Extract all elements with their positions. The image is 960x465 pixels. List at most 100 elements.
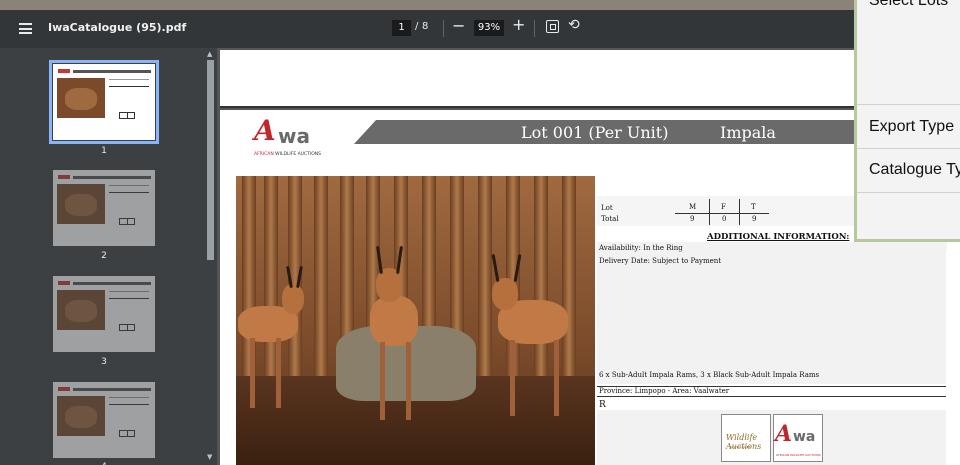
sponsor-logo-subtext: ALL WILDLIFE [730,445,751,449]
table-header-t: T [751,203,756,211]
scroll-down-icon[interactable]: ▼ [207,453,212,461]
export-type-label: Export Type [869,118,955,135]
pdf-page: A wa AFRICAN WILDLIFE AUCTIONS Lot 001 (… [220,110,960,465]
scrollbar-thumb[interactable] [207,60,214,260]
thumbnail-header-bar [73,282,151,285]
catalogue-type-label: Catalogue Type [869,161,960,178]
sponsor-logo-letter-a: A [775,421,793,447]
thumbnail-header-bar [73,388,151,391]
awa-logo: A wa AFRICAN WILDLIFE AUCTIONS [254,114,334,160]
thumbnail-photo [57,396,105,436]
lot-description: 6 x Sub-Adult Impala Rams, 3 x Black Sub… [599,371,820,379]
thumbnail-table [109,291,149,299]
impala-leg [510,340,515,416]
thumbnail-logo [58,175,70,179]
delivery-text: Delivery Date: Subject to Payment [599,257,722,265]
toolbar-divider [534,20,535,37]
sponsor-logo-letters-wa: wa [793,429,816,445]
background-panel [946,251,960,465]
impala-leg [250,338,255,408]
page-thumbnail-4[interactable] [53,382,155,458]
thumbnail-table [109,397,149,405]
fit-page-icon[interactable] [546,20,559,33]
page-total: 8 [422,21,429,32]
toolbar-divider [443,20,444,37]
thumbnail-table [109,79,149,87]
province-text: Province: Limpopo - Area: Vaalwater [599,387,730,395]
logo-letter-a: A [254,114,276,147]
photo-pole [534,176,548,376]
thumbnail-header-bar [73,70,151,73]
thumbnail-box [119,218,135,225]
impala-horn [491,253,500,283]
page-thumbnail-2[interactable] [53,170,155,246]
page-thumbnail-3[interactable] [53,276,155,352]
document-title: IwaCatalogue (95).pdf [48,21,187,34]
impala-leg [554,340,559,416]
pdf-viewer[interactable]: A wa AFRICAN WILDLIFE AUCTIONS Lot 001 (… [217,48,960,465]
photo-pole [478,176,492,376]
table-row-label-total: Total [601,215,619,223]
impala-head [492,278,518,310]
thumbnail-logo [58,69,70,73]
zoom-out-button[interactable]: − [452,16,465,35]
page-number-input[interactable]: 1 [392,20,411,36]
scroll-up-icon[interactable]: ▲ [207,50,212,58]
previous-page-fragment [220,50,960,108]
additional-info-heading: ADDITIONAL INFORMATION: [707,232,850,242]
thumbnail-box [119,112,135,119]
menu-icon[interactable] [19,23,32,34]
photo-pole [314,176,328,376]
sponsor-logo-wildlife-auctions: Wildlife Auctions ALL WILDLIFE [721,414,771,462]
table-rule [675,213,769,214]
thumbnail-photo [57,184,105,224]
photo-pole [562,176,576,376]
province-rule [597,396,947,397]
thumbnail-sidebar: 1 2 3 4 [0,48,204,465]
sponsor-logo-subtext: AFRICAN WILDLIFE AUCTIONS [776,453,821,457]
sidebar-scrollbar[interactable]: ▲ ▼ [204,48,217,465]
table-rule [739,199,740,225]
table-header-f: F [721,203,726,211]
page-separator: / [415,21,419,32]
zoom-level-input[interactable]: 93% [474,20,504,36]
table-rule [709,199,710,225]
thumbnail-number: 2 [101,251,107,261]
lot-title: Lot 001 (Per Unit) [521,123,669,142]
impala-photo [236,176,595,465]
thumbnail-number: 3 [101,357,107,367]
thumbnail-table [109,185,149,193]
thumbnail-logo [58,281,70,285]
sponsor-box [597,410,947,465]
logo-subtitle-red: AFRICAN [254,152,274,157]
dialog-separator [857,192,960,193]
table-row-label-lot: Lot [601,204,613,212]
table-value-f: 0 [722,215,727,223]
thumbnail-box [119,430,135,437]
select-lots-label: Select Lots [869,0,949,9]
lot-species: Impala [720,123,776,142]
thumbnail-number: 1 [101,146,107,156]
export-dialog: Select Lots Export Type Catalogue Type [854,0,960,242]
logo-letters-wa: wa [278,124,310,148]
table-header-m: M [689,203,697,211]
availability-text: Availability: In the Ring [599,244,683,252]
thumbnail-header-bar [73,176,151,179]
page-thumbnail-1[interactable] [49,60,159,144]
impala-head [282,284,304,314]
impala-leg [380,342,385,420]
thumbnail-logo [58,387,70,391]
thumbnail-photo [57,78,105,118]
impala-leg [276,338,281,408]
logo-subtitle-rest: WILDLIFE AUCTIONS [275,152,321,157]
impala-leg [406,342,411,420]
rotate-icon[interactable]: ⟲ [568,17,580,33]
zoom-in-button[interactable]: + [512,15,525,34]
thumbnail-photo [57,290,105,330]
dialog-separator [857,148,960,149]
price-label: R [599,400,606,410]
impala-body [370,296,418,346]
dialog-separator [857,104,960,105]
pdf-toolbar: IwaCatalogue (95).pdf 1 / 8 − 93% + ⟲ [0,10,960,48]
thumbnail-box [119,324,135,331]
